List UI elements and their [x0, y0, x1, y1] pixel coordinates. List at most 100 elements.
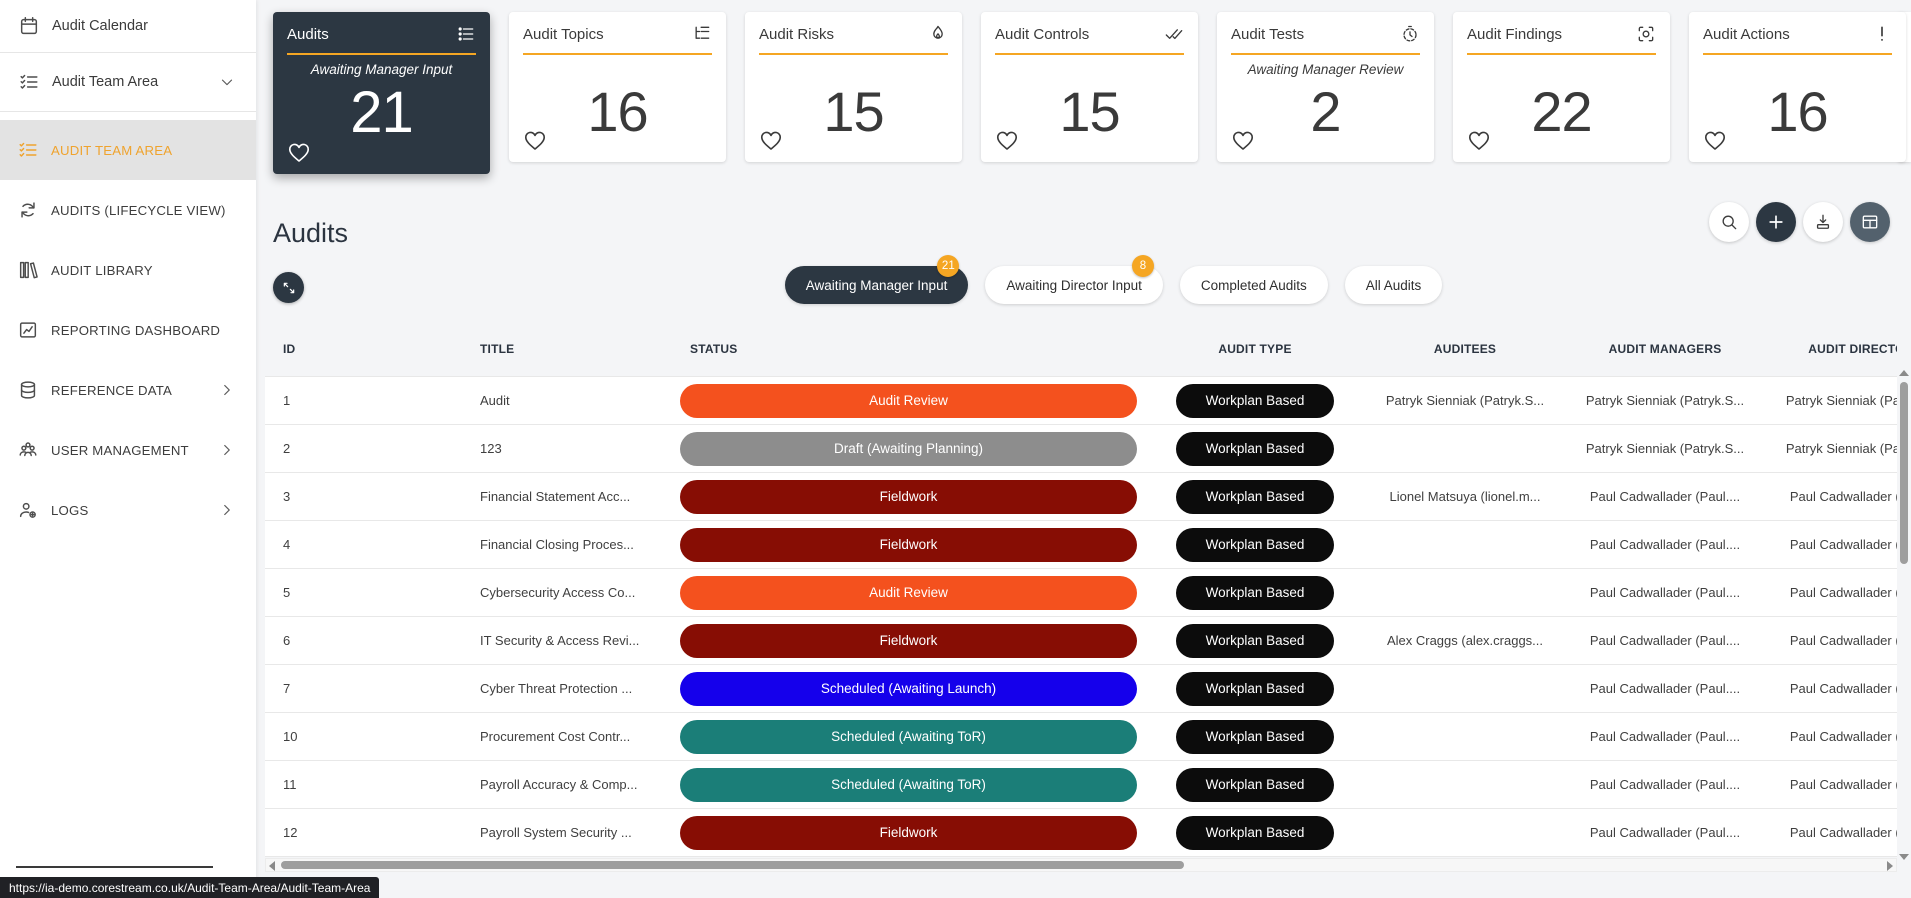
favorite-heart-icon[interactable] — [1230, 127, 1256, 153]
cell-title: Cyber Threat Protection ... — [480, 681, 633, 696]
column-header-status[interactable]: STATUS — [680, 342, 1145, 356]
sidebar-item-audit-library[interactable]: AUDIT LIBRARY — [0, 240, 256, 300]
column-header-audit-managers[interactable]: AUDIT MANAGERS — [1565, 342, 1765, 356]
card-audit-tests[interactable]: Audit Tests Awaiting Manager Review 2 — [1217, 12, 1434, 162]
card-accent-underline — [1231, 53, 1420, 55]
sidebar-item-reference-data[interactable]: REFERENCE DATA — [0, 360, 256, 420]
chevron-right-icon — [218, 501, 236, 519]
sidebar-item-logs[interactable]: LOGS — [0, 480, 256, 540]
sidebar-item-user-management[interactable]: USER MANAGEMENT — [0, 420, 256, 480]
audit-type-badge: Workplan Based — [1176, 767, 1334, 802]
search-button[interactable] — [1709, 202, 1749, 242]
favorite-heart-icon[interactable] — [1466, 127, 1492, 153]
table-row-10[interactable]: 10 Procurement Cost Contr... Scheduled (… — [265, 713, 1897, 761]
cell-id: 12 — [283, 825, 298, 840]
favorite-heart-icon[interactable] — [758, 127, 784, 153]
audit-type-badge: Workplan Based — [1176, 527, 1334, 562]
column-header-auditees[interactable]: AUDITEES — [1365, 342, 1565, 356]
scroll-left-arrow-icon[interactable] — [269, 861, 275, 871]
table-row-4[interactable]: 4 Financial Closing Proces... Fieldwork … — [265, 521, 1897, 569]
audit-type-badge: Workplan Based — [1176, 431, 1334, 466]
scroll-down-arrow-icon[interactable] — [1899, 854, 1909, 860]
sidebar-nav: AUDIT TEAM AREA AUDITS (LIFECYCLE VIEW) … — [0, 120, 256, 540]
filter-tab-awaiting-manager-input[interactable]: Awaiting Manager Input 21 — [784, 255, 969, 304]
table-row-6[interactable]: 6 IT Security & Access Revi... Fieldwork… — [265, 617, 1897, 665]
layout-button[interactable] — [1850, 202, 1890, 242]
add-button[interactable] — [1756, 202, 1796, 242]
cell-id: 4 — [283, 537, 291, 552]
card-accent-underline — [995, 53, 1184, 55]
cell-id: 2 — [283, 441, 291, 456]
card-audit-findings[interactable]: Audit Findings 22 — [1453, 12, 1670, 162]
status-badge: Scheduled (Awaiting ToR) — [680, 719, 1137, 754]
status-badge: Fieldwork — [680, 815, 1137, 850]
cell-id: 1 — [283, 393, 291, 408]
favorite-heart-icon[interactable] — [522, 127, 548, 153]
download-icon — [1813, 212, 1833, 232]
sidebar-item-audit-team-area[interactable]: AUDIT TEAM AREA — [0, 120, 256, 180]
column-header-audit-type[interactable]: AUDIT TYPE — [1145, 342, 1365, 356]
scroll-right-arrow-icon[interactable] — [1887, 861, 1893, 871]
card-subtitle — [995, 62, 1184, 79]
favorite-heart-icon[interactable] — [1702, 127, 1728, 153]
summary-cards-row: Audits Awaiting Manager Input 21 Audit T… — [273, 12, 1906, 174]
vertical-scrollbar-thumb[interactable] — [1900, 382, 1908, 564]
table-row-12[interactable]: 12 Payroll System Security ... Fieldwork… — [265, 809, 1897, 857]
table-row-3[interactable]: 3 Financial Statement Acc... Fieldwork W… — [265, 473, 1897, 521]
cell-title: IT Security & Access Revi... — [480, 633, 640, 648]
filter-tab-completed-audits[interactable]: Completed Audits — [1179, 266, 1328, 304]
cell-audit-managers: Paul Cadwallader (Paul.... — [1589, 681, 1741, 696]
card-count: 16 — [1767, 80, 1828, 143]
table-row-5[interactable]: 5 Cybersecurity Access Co... Audit Revie… — [265, 569, 1897, 617]
table-row-7[interactable]: 7 Cyber Threat Protection ... Scheduled … — [265, 665, 1897, 713]
users-icon — [17, 439, 39, 461]
cell-audit-managers: Paul Cadwallader (Paul.... — [1589, 537, 1741, 552]
card-count: 21 — [350, 80, 414, 145]
favorite-heart-icon[interactable] — [994, 127, 1020, 153]
download-button[interactable] — [1803, 202, 1843, 242]
horizontal-scrollbar-thumb[interactable] — [281, 861, 1184, 869]
horizontal-scrollbar[interactable] — [265, 858, 1897, 872]
audit-type-badge: Workplan Based — [1176, 575, 1334, 610]
table-row-11[interactable]: 11 Payroll Accuracy & Comp... Scheduled … — [265, 761, 1897, 809]
status-badge: Scheduled (Awaiting Launch) — [680, 671, 1137, 706]
sidebar-item-reporting-dashboard[interactable]: REPORTING DASHBOARD — [0, 300, 256, 360]
column-header-audit-directors[interactable]: AUDIT DIRECTORS — [1765, 342, 1897, 356]
lifecycle-icon — [17, 199, 39, 221]
checklist-icon — [17, 139, 39, 161]
sidebar-item-audit-calendar[interactable]: Audit Calendar — [0, 0, 256, 52]
card-audit-controls[interactable]: Audit Controls 15 — [981, 12, 1198, 162]
cell-audit-directors: Patryk Sienniak (Patryk.S... — [1785, 441, 1897, 456]
sidebar-item-audits-lifecycle-view[interactable]: AUDITS (LIFECYCLE VIEW) — [0, 180, 256, 240]
focus-icon — [1636, 24, 1656, 44]
card-audit-actions[interactable]: Audit Actions 16 — [1689, 12, 1906, 162]
sidebar-item-audit-team-area[interactable]: Audit Team Area — [0, 53, 256, 111]
table-row-2[interactable]: 2 123 Draft (Awaiting Planning) Workplan… — [265, 425, 1897, 473]
cell-audit-managers: Patryk Sienniak (Patryk.S... — [1585, 393, 1745, 408]
plus-icon — [1766, 212, 1786, 232]
vertical-scrollbar[interactable] — [1897, 368, 1911, 862]
cell-audit-managers: Paul Cadwallader (Paul.... — [1589, 729, 1741, 744]
layout-icon — [1860, 212, 1880, 232]
filter-tab-all-audits[interactable]: All Audits — [1344, 266, 1443, 304]
table-row-1[interactable]: 1 Audit Audit Review Workplan Based Patr… — [265, 376, 1897, 425]
cell-title: Procurement Cost Contr... — [480, 729, 631, 744]
chevron-right-icon — [218, 441, 236, 459]
count-badge: 8 — [1131, 255, 1154, 277]
scroll-up-arrow-icon[interactable] — [1899, 370, 1909, 376]
cell-audit-managers: Paul Cadwallader (Paul.... — [1589, 633, 1741, 648]
cell-audit-directors: Paul Cadwallader (Paul.... — [1789, 585, 1897, 600]
card-audit-topics[interactable]: Audit Topics 16 — [509, 12, 726, 162]
cell-auditees: Patryk Sienniak (Patryk.S... — [1385, 393, 1545, 408]
status-badge: Fieldwork — [680, 527, 1137, 562]
column-header-title[interactable]: TITLE — [455, 342, 680, 356]
column-header-id[interactable]: ID — [265, 342, 455, 356]
card-audit-risks[interactable]: Audit Risks 15 — [745, 12, 962, 162]
filter-tab-awaiting-director-input[interactable]: Awaiting Director Input 8 — [985, 255, 1163, 304]
sidebar: Audit Calendar Audit Team Area AUDIT TEA… — [0, 0, 256, 898]
chevron-down-icon — [218, 73, 236, 91]
card-audits[interactable]: Audits Awaiting Manager Input 21 — [273, 12, 490, 174]
checklist-icon — [18, 71, 40, 93]
favorite-heart-icon[interactable] — [286, 139, 312, 165]
cell-id: 6 — [283, 633, 291, 648]
